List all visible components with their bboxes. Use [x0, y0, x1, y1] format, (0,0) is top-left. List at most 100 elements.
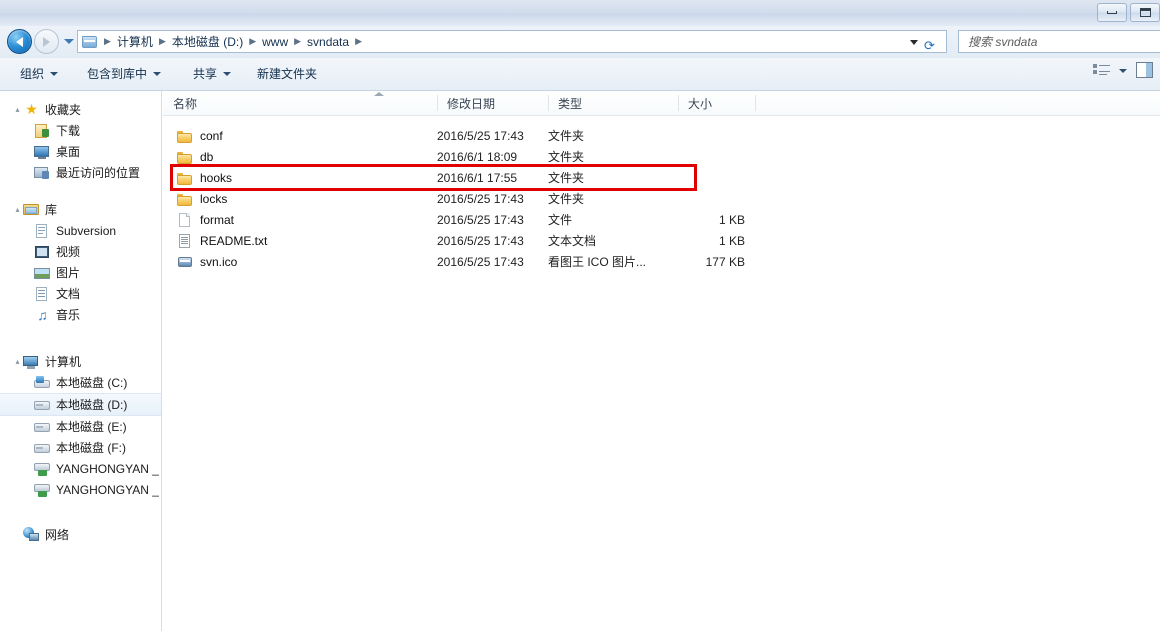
file-type-cell: 文件夹: [548, 192, 585, 206]
organize-button[interactable]: 组织: [20, 65, 59, 82]
minimize-button[interactable]: [1097, 3, 1127, 22]
table-row[interactable]: locks 2016/5/25 17:43 文件夹: [163, 188, 1160, 209]
sidebar-item-music[interactable]: ♫ 音乐: [0, 304, 161, 325]
expander-icon[interactable]: ▴: [12, 105, 23, 114]
organize-label: 组织: [20, 67, 45, 81]
sidebar-item-drive-f[interactable]: 本地磁盘 (F:): [0, 437, 161, 458]
table-row[interactable]: hooks 2016/6/1 17:55 文件夹: [163, 167, 1160, 188]
file-type-cell: 文件: [548, 213, 573, 227]
sidebar-item-drive-c[interactable]: 本地磁盘 (C:): [0, 372, 161, 393]
breadcrumb-separator: ▶: [158, 36, 166, 46]
sidebar-item-network-drive-2[interactable]: YANGHONGYAN _: [0, 479, 161, 500]
back-arrow-icon: [16, 36, 23, 47]
file-date-cell: 2016/5/25 17:43: [437, 128, 524, 143]
file-type-cell: 文件夹: [548, 171, 585, 185]
breadcrumb-item-drive-d[interactable]: 本地磁盘 (D:): [169, 31, 246, 52]
file-size-cell: [658, 167, 745, 188]
sidebar-item-downloads[interactable]: 下载: [0, 120, 161, 141]
sidebar-item-drive-e[interactable]: 本地磁盘 (E:): [0, 416, 161, 437]
sidebar-group-computer-label: 计算机: [45, 355, 82, 369]
chevron-down-icon: [223, 71, 232, 76]
column-header-size[interactable]: 大小: [678, 91, 755, 115]
file-name-cell[interactable]: conf: [177, 125, 223, 146]
file-name-cell[interactable]: locks: [177, 188, 227, 209]
sidebar-item-network-drive-1[interactable]: YANGHONGYAN _: [0, 458, 161, 479]
sidebar-group-favorites-label: 收藏夹: [45, 103, 82, 117]
desktop-icon: [34, 144, 51, 160]
table-row[interactable]: README.txt 2016/5/25 17:43 文本文档 1 KB: [163, 230, 1160, 251]
sidebar-item-subversion[interactable]: Subversion: [0, 220, 161, 241]
expander-icon[interactable]: ▴: [12, 357, 23, 366]
chevron-down-icon[interactable]: [910, 40, 918, 45]
table-row[interactable]: svn.ico 2016/5/25 17:43 看图王 ICO 图片... 17…: [163, 251, 1160, 272]
text-file-icon: [177, 233, 194, 249]
sidebar-group-computer[interactable]: ▴ 计算机: [0, 351, 161, 372]
file-name-cell[interactable]: db: [177, 146, 213, 167]
column-header-name[interactable]: 名称: [163, 91, 437, 115]
view-layout-button[interactable]: [1093, 63, 1127, 78]
file-name-cell[interactable]: svn.ico: [177, 251, 237, 272]
sidebar-item-documents[interactable]: 文档: [0, 283, 161, 304]
file-date-cell: 2016/6/1 17:55: [437, 170, 518, 185]
breadcrumb-item-www[interactable]: www: [259, 33, 291, 51]
table-row[interactable]: db 2016/6/1 18:09 文件夹: [163, 146, 1160, 167]
column-divider[interactable]: [755, 95, 756, 111]
file-size-cell: 1 KB: [718, 212, 745, 227]
new-folder-button[interactable]: 新建文件夹: [257, 65, 317, 82]
file-date-cell: 2016/6/1 18:09: [437, 149, 518, 164]
table-row[interactable]: format 2016/5/25 17:43 文件 1 KB: [163, 209, 1160, 230]
network-drive-icon: [34, 461, 51, 477]
include-in-library-label: 包含到库中: [87, 67, 148, 81]
breadcrumb-separator: ▶: [355, 36, 362, 46]
share-label: 共享: [193, 67, 218, 81]
sidebar-item-documents-label: 文档: [56, 287, 81, 301]
address-bar-row: ▶ 计算机 ▶ 本地磁盘 (D:) ▶ www ▶ svndata ▶ ⟳ 搜索…: [0, 26, 1160, 58]
file-name-label: svn.ico: [200, 254, 238, 269]
search-box[interactable]: 搜索 svndata: [958, 30, 1160, 53]
navigation-pane[interactable]: ▴ ★ 收藏夹 下载 桌面 最近访问的位置 ▴ 库 Subversion 视频 …: [0, 91, 162, 631]
file-date-cell: 2016/5/25 17:43: [437, 212, 524, 227]
file-name-cell[interactable]: hooks: [177, 167, 232, 188]
sidebar-group-network[interactable]: 网络: [0, 524, 161, 545]
breadcrumb-item-computer[interactable]: 计算机: [114, 31, 156, 52]
chevron-down-icon: [1119, 68, 1127, 73]
downloads-icon: [34, 123, 51, 139]
history-dropdown-icon[interactable]: [64, 39, 74, 44]
sidebar-item-pictures-label: 图片: [56, 266, 81, 280]
sidebar-group-favorites[interactable]: ▴ ★ 收藏夹: [0, 99, 161, 120]
include-in-library-button[interactable]: 包含到库中: [87, 65, 162, 82]
file-size-cell: [658, 188, 745, 209]
sidebar-item-pictures[interactable]: 图片: [0, 262, 161, 283]
forward-button[interactable]: [34, 29, 59, 54]
file-name-cell[interactable]: format: [177, 209, 234, 230]
sidebar-item-drive-d[interactable]: 本地磁盘 (D:): [0, 393, 161, 416]
sidebar-group-network-label: 网络: [45, 528, 70, 542]
music-icon: ♫: [37, 306, 48, 323]
maximize-button[interactable]: [1130, 3, 1160, 22]
file-name-label: db: [200, 149, 214, 164]
back-button[interactable]: [7, 29, 32, 54]
sidebar-item-recent-places[interactable]: 最近访问的位置: [0, 162, 161, 183]
file-name-cell[interactable]: README.txt: [177, 230, 267, 251]
library-icon: [23, 202, 40, 218]
share-button[interactable]: 共享: [193, 65, 232, 82]
breadcrumb-item-svndata[interactable]: svndata: [304, 33, 352, 51]
file-name-label: README.txt: [200, 233, 268, 248]
file-list-pane[interactable]: 名称 修改日期 类型 大小 conf 2016/5/25 17:43 文件夹 d…: [163, 91, 1160, 631]
preview-pane-button[interactable]: [1136, 62, 1153, 78]
drive-icon: [34, 440, 51, 456]
breadcrumb-bar[interactable]: ▶ 计算机 ▶ 本地磁盘 (D:) ▶ www ▶ svndata ▶ ⟳: [77, 30, 947, 53]
column-header-date[interactable]: 修改日期: [437, 91, 548, 115]
column-header-date-label: 修改日期: [447, 96, 496, 111]
table-row[interactable]: conf 2016/5/25 17:43 文件夹: [163, 125, 1160, 146]
chevron-down-icon: [50, 71, 59, 76]
expander-icon[interactable]: ▴: [12, 205, 23, 214]
column-header-type[interactable]: 类型: [548, 91, 678, 115]
sidebar-group-libraries[interactable]: ▴ 库: [0, 199, 161, 220]
sidebar-item-desktop[interactable]: 桌面: [0, 141, 161, 162]
preview-pane-icon: [1136, 62, 1153, 78]
refresh-icon[interactable]: ⟳: [919, 35, 940, 56]
file-name-label: conf: [200, 128, 223, 143]
sidebar-item-videos[interactable]: 视频: [0, 241, 161, 262]
folder-icon: [177, 149, 194, 165]
